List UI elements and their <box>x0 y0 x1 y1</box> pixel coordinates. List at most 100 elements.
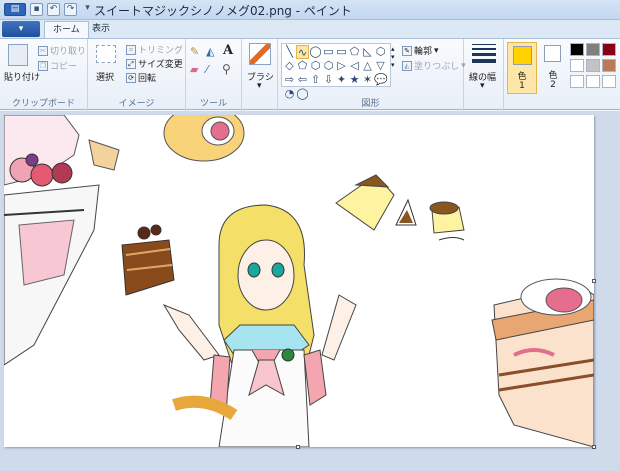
ribbon-tabs: ▾ ホーム 表示 <box>0 20 620 38</box>
shape-item[interactable]: ⇨ <box>283 73 296 87</box>
outline-label: 輪郭 <box>414 47 433 57</box>
color2-swatch <box>544 45 561 62</box>
color-picker-tool[interactable]: ⁄ <box>206 63 208 76</box>
tools-group: ✎ ◭ A ▰ ⁄ ⚲ ツール <box>186 39 242 111</box>
undo-icon[interactable]: ↶ <box>47 3 60 16</box>
crop-label: トリミング <box>138 46 184 56</box>
customize-chevron-icon[interactable]: ▾ <box>81 3 94 16</box>
shape-item[interactable]: ⬡ <box>309 59 322 73</box>
copy-label: コピー <box>50 62 78 72</box>
outline-dropdown-icon: ▾ <box>434 45 439 56</box>
palette-color-swatch[interactable] <box>586 59 600 72</box>
line-width-icon[interactable] <box>472 44 496 63</box>
tab-view[interactable]: 表示 <box>84 21 118 38</box>
palette-color-swatch[interactable] <box>586 75 600 88</box>
shape-item[interactable]: ▭ <box>322 45 335 59</box>
select-button[interactable]: 選択 <box>96 70 114 83</box>
paste-icon[interactable] <box>8 44 28 66</box>
paste-button[interactable]: 貼り付け <box>4 70 40 83</box>
shape-item[interactable]: ⬠ <box>348 45 361 59</box>
image-group: 選択 ⌗ トリミング ⤢ サイズ変更 ⟳ 回転 イメージ <box>88 39 186 111</box>
shape-item[interactable]: ╲ <box>283 45 296 59</box>
shape-item[interactable]: ◇ <box>283 59 296 73</box>
redo-icon[interactable]: ↷ <box>64 3 77 16</box>
clipboard-group: 貼り付け ✂ 切り取り ❐ コピー クリップボード <box>0 39 88 111</box>
line-width-dropdown-icon[interactable]: ▾ <box>480 81 485 91</box>
file-menu-button[interactable]: ▾ <box>2 21 40 37</box>
paint-menu-icon[interactable]: ▤ <box>4 3 26 16</box>
palette-color-swatch[interactable] <box>570 59 584 72</box>
title-bar: ▤ ▪ ↶ ↷ ▾ スイートマジックシノノメグ02.png - ペイント <box>0 0 620 20</box>
window-title: スイートマジックシノノメグ02.png - ペイント <box>94 4 352 18</box>
brush-dropdown-icon[interactable]: ▾ <box>257 81 262 91</box>
save-icon[interactable]: ▪ <box>30 3 43 16</box>
scissors-icon: ✂ <box>38 45 48 56</box>
eraser-tool[interactable]: ▰ <box>190 63 198 76</box>
brush-icon[interactable] <box>249 43 271 65</box>
resize-button[interactable]: ⤢ サイズ変更 <box>126 57 183 70</box>
resize-label: サイズ変更 <box>138 60 183 70</box>
canvas-resize-handle-bottom[interactable] <box>296 445 300 449</box>
magnifier-tool[interactable]: ⚲ <box>222 62 231 76</box>
fill-icon: ◭ <box>402 60 412 71</box>
palette-color-swatch[interactable] <box>602 59 616 72</box>
palette-color-swatch[interactable] <box>602 75 616 88</box>
shape-item[interactable]: ✦ <box>335 73 348 87</box>
canvas-workarea[interactable] <box>0 111 620 471</box>
color1-swatch <box>513 46 532 65</box>
fill-button[interactable]: ◭ 塗りつぶし ▾ <box>402 59 466 72</box>
image-group-label: イメージ <box>118 99 155 109</box>
palette-color-swatch[interactable] <box>570 43 584 56</box>
shape-item[interactable]: ◁ <box>348 59 361 73</box>
color2-selector[interactable]: 色 2 <box>540 42 566 94</box>
canvas-artwork <box>4 115 594 447</box>
fill-label: 塗りつぶし <box>414 62 460 72</box>
color2-number: 2 <box>550 80 556 90</box>
shape-item[interactable]: ⬠ <box>296 59 309 73</box>
shape-item[interactable]: ⬡ <box>322 59 335 73</box>
shapes-group-label: 図形 <box>361 99 380 109</box>
shape-item[interactable]: ◺ <box>361 45 374 59</box>
text-tool[interactable]: A <box>223 43 233 58</box>
shapes-gallery[interactable]: ╲ ∿ ◯ ▭ ▭ ⬠ ◺ ⬡ ◇ ⬠ ⬡ ⬡ ▷ ◁ △ ▽ ⇨ ⇦ ⇧ ⇩ ✦ ★ ✶ 💬 ◔ ◯ <box>281 43 391 100</box>
shape-item[interactable]: ◯ <box>309 45 322 59</box>
crop-button[interactable]: ⌗ トリミング <box>126 43 183 56</box>
palette-color-swatch[interactable] <box>586 43 600 56</box>
select-icon[interactable] <box>96 45 116 63</box>
shape-item[interactable]: ⇧ <box>309 73 322 87</box>
fill-tool[interactable]: ◭ <box>206 45 214 58</box>
girl-character-drawing <box>162 204 357 447</box>
shape-item[interactable]: ▽ <box>374 59 387 73</box>
color1-number: 1 <box>519 81 525 91</box>
quick-access-toolbar: ▤ ▪ ↶ ↷ ▾ <box>4 3 94 16</box>
color1-selector[interactable]: 色 1 <box>507 42 537 94</box>
size-group: 線の幅 ▾ <box>464 39 504 111</box>
ribbon: 貼り付け ✂ 切り取り ❐ コピー クリップボード 選択 ⌗ トリミング ⤢ サ… <box>0 38 620 111</box>
drawing-canvas[interactable] <box>4 115 594 447</box>
shape-item[interactable]: ⬡ <box>374 45 387 59</box>
copy-button[interactable]: ❐ コピー <box>38 59 77 72</box>
palette-color-swatch[interactable] <box>602 43 616 56</box>
shape-item[interactable]: ⇩ <box>322 73 335 87</box>
rotate-label: 回転 <box>138 74 157 84</box>
shape-item[interactable]: ✶ <box>361 73 374 87</box>
canvas-resize-handle-right[interactable] <box>592 279 596 283</box>
shape-item[interactable]: △ <box>361 59 374 73</box>
tools-group-label: ツール <box>199 99 227 109</box>
rotate-button[interactable]: ⟳ 回転 <box>126 71 156 84</box>
colors-group: 色 1 色 2 <box>504 39 620 111</box>
shape-item[interactable]: ▷ <box>335 59 348 73</box>
cut-label: 切り取り <box>50 47 87 57</box>
shape-item[interactable]: ∿ <box>296 45 309 59</box>
shape-item[interactable]: ★ <box>348 73 361 87</box>
shape-item[interactable]: ⇦ <box>296 73 309 87</box>
tab-home[interactable]: ホーム <box>44 21 89 38</box>
shape-item[interactable]: ▭ <box>335 45 348 59</box>
palette-color-swatch[interactable] <box>570 75 584 88</box>
pencil-tool[interactable]: ✎ <box>190 45 199 58</box>
canvas-resize-handle-corner[interactable] <box>592 445 596 449</box>
shapes-scroll-icon[interactable]: ▴ ▾ ▾ <box>391 45 395 69</box>
shape-item[interactable]: 💬 <box>374 73 388 87</box>
cut-button[interactable]: ✂ 切り取り <box>38 44 86 57</box>
outline-button[interactable]: ✎ 輪郭 ▾ <box>402 44 439 57</box>
